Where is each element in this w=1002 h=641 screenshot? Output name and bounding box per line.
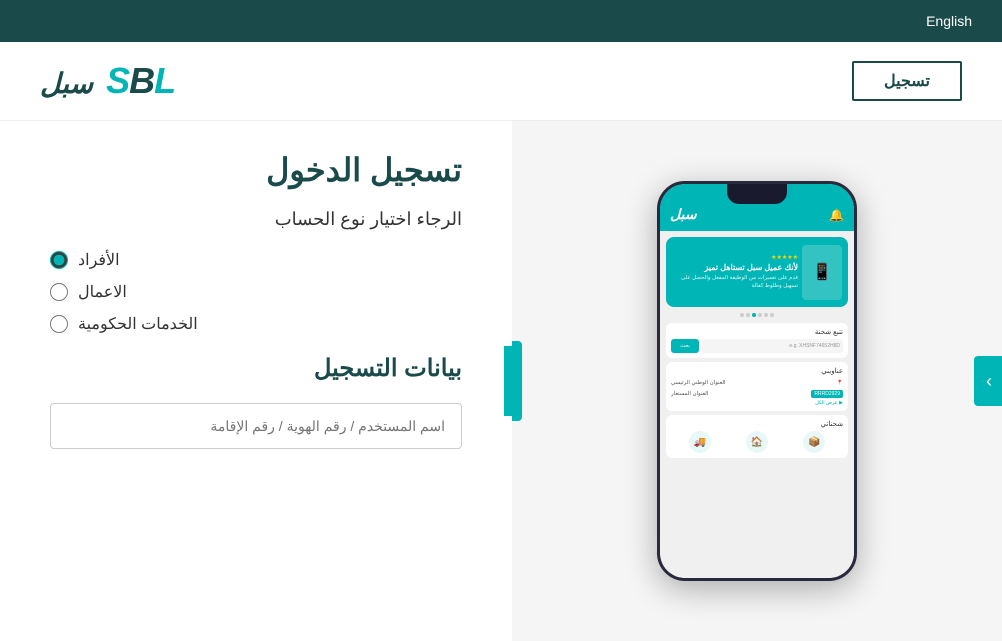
- phone-track-input-row: e.g. XHSNF74652H8D بحث: [671, 339, 843, 353]
- username-input[interactable]: [50, 403, 462, 449]
- phone-track-input-box: e.g. XHSNF74652H8D: [702, 339, 843, 353]
- carousel-next-arrow[interactable]: ›: [974, 356, 1002, 406]
- form-title: تسجيل الدخول: [50, 151, 462, 189]
- phone-address-item-2: RRRD2929 العنوان المستعار: [671, 388, 843, 400]
- right-panel: تسجيل الدخول الرجاء اختيار نوع الحساب ال…: [0, 121, 512, 641]
- phone-address-label-2: العنوان المستعار: [671, 391, 708, 397]
- dot-4: [752, 313, 756, 317]
- banner-dots: [666, 313, 848, 317]
- phone-address-icon-1: 📍: [837, 380, 843, 386]
- left-accent-bar: [512, 341, 522, 421]
- phone-banner-image: 📱: [802, 245, 842, 300]
- dot-1: [770, 313, 774, 317]
- phone-address-item-1: 📍 العنوان الوطني الرئيسي: [671, 378, 843, 388]
- radio-business-input[interactable]: [50, 283, 68, 301]
- phone-notch: [727, 184, 787, 204]
- phone-shipments-section: شحناتي 📦 🏠 🚚: [666, 415, 848, 458]
- phone-address-title: عناويني: [671, 367, 843, 375]
- dot-5: [746, 313, 750, 317]
- left-panel: 🔔 سبل 📱 ★★★★★ لأنك عميل سبل تستاهل تميز …: [512, 121, 1002, 641]
- registration-data-title: بيانات التسجيل: [50, 354, 462, 383]
- register-button[interactable]: تسجيل: [852, 61, 962, 101]
- phone-logo: سبل: [670, 206, 697, 223]
- dot-2: [764, 313, 768, 317]
- form-subtitle: الرجاء اختيار نوع الحساب: [50, 209, 462, 230]
- radio-individuals[interactable]: الأفراد: [50, 250, 462, 270]
- phone-banner-text: ★★★★★ لأنك عميل سبل تستاهل تميز قدم على …: [672, 254, 798, 291]
- phone-track-title: تتبع شحنة: [671, 328, 843, 336]
- right-accent-bar: [504, 346, 512, 416]
- phone-screen: 🔔 سبل 📱 ★★★★★ لأنك عميل سبل تستاهل تميز …: [660, 184, 854, 578]
- phone-bell-icon: 🔔: [829, 208, 844, 222]
- phone-icon-1: 📦: [803, 431, 825, 453]
- logo: SBL سبل: [40, 60, 175, 102]
- phone-address-code: RRRD2929: [811, 390, 843, 398]
- radio-government-input[interactable]: [50, 315, 68, 333]
- phone-track-section: تتبع شحنة e.g. XHSNF74652H8D بحث: [666, 323, 848, 358]
- topbar: English: [0, 0, 1002, 42]
- dot-3: [758, 313, 762, 317]
- phone-shipments-title: شحناتي: [671, 420, 843, 428]
- radio-individuals-label: الأفراد: [78, 250, 120, 270]
- phone-mockup: 🔔 سبل 📱 ★★★★★ لأنك عميل سبل تستاهل تميز …: [657, 181, 857, 581]
- language-switcher[interactable]: English: [926, 13, 972, 29]
- radio-government[interactable]: الخدمات الحكومية: [50, 314, 462, 334]
- phone-icon-3: 🚚: [689, 431, 711, 453]
- logo-text: SBL سبل: [40, 60, 175, 102]
- phone-search-button: بحث: [671, 339, 699, 353]
- account-type-radio-group: الأفراد الاعمال الخدمات الحكومية: [50, 250, 462, 334]
- header: تسجيل SBL سبل: [0, 42, 1002, 121]
- radio-business[interactable]: الاعمال: [50, 282, 462, 302]
- main-content: 🔔 سبل 📱 ★★★★★ لأنك عميل سبل تستاهل تميز …: [0, 121, 1002, 641]
- phone-icon-2: 🏠: [746, 431, 768, 453]
- phone-banner: 📱 ★★★★★ لأنك عميل سبل تستاهل تميز قدم عل…: [666, 237, 848, 307]
- radio-individuals-input[interactable]: [50, 251, 68, 269]
- phone-body: 📱 ★★★★★ لأنك عميل سبل تستاهل تميز قدم عل…: [660, 231, 854, 578]
- radio-government-label: الخدمات الحكومية: [78, 314, 198, 334]
- phone-shipment-icons: 📦 🏠 🚚: [671, 431, 843, 453]
- phone-address-label-1: العنوان الوطني الرئيسي: [671, 380, 726, 386]
- dot-6: [740, 313, 744, 317]
- phone-address-section: عناويني 📍 العنوان الوطني الرئيسي RRRD292…: [666, 362, 848, 411]
- radio-business-label: الاعمال: [78, 282, 127, 302]
- phone-show-all: ▶ عرض الكل: [671, 400, 843, 406]
